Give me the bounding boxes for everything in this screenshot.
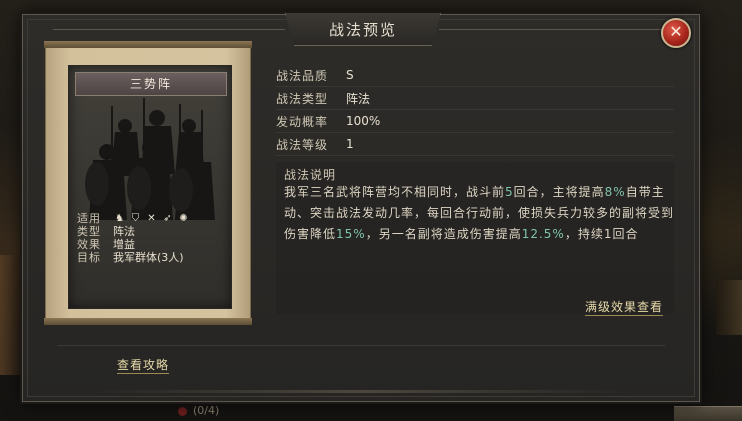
- description-title: 战法说明: [284, 168, 337, 182]
- info-value: 100%: [346, 114, 381, 128]
- dialog-title-plate: 战法预览: [285, 13, 441, 46]
- tactic-description: 战法说明 我军三名武将阵营均不相同时，战斗前5回合，主将提高8%自带主动、突击战…: [276, 162, 674, 314]
- desc-number: 15%: [336, 227, 366, 241]
- tactic-attributes: 适用 ♞ ⛉ ✕ ➶ ✺ 类型 阵法 效果 增益 目标 我军群体(3人): [77, 212, 227, 264]
- attr-key: 目标: [77, 251, 101, 264]
- attr-row-type: 类型 阵法: [77, 225, 227, 238]
- info-label: 战法品质: [276, 68, 329, 83]
- dialog-title: 战法预览: [328, 21, 397, 39]
- progress-text: (0/4): [193, 404, 220, 417]
- attr-value: 增益: [113, 238, 135, 251]
- tactic-scroll: 三势阵 适用 ♞ ⛉ ✕ ➶ ✺ 类型 阵法 效果 增益 目标 我军群体(3人): [44, 41, 252, 325]
- attr-row-target: 目标 我军群体(3人): [77, 251, 227, 264]
- info-label: 战法等级: [276, 137, 329, 152]
- desc-segment: ，持续1回合: [564, 227, 639, 241]
- title-divider-left: [53, 29, 285, 30]
- backdrop-portrait-left: [0, 255, 24, 375]
- shield-icon: ⛉: [131, 213, 140, 224]
- desc-number: 12.5%: [521, 227, 565, 241]
- desc-segment: 我军三名武将阵营均不相同时，战斗前: [284, 185, 506, 199]
- scroll-rod-top: [44, 41, 252, 48]
- close-icon: ✕: [669, 22, 683, 41]
- attr-value: 我军群体(3人): [113, 251, 184, 264]
- panel-divider: [57, 345, 665, 346]
- desc-segment: 回合，主将提高: [513, 185, 605, 199]
- siege-icon: ✺: [179, 213, 188, 224]
- attr-key: 适用: [77, 212, 101, 225]
- info-row-level: 战法等级 1: [276, 133, 674, 156]
- attr-value: 阵法: [113, 225, 135, 238]
- title-divider-right: [439, 29, 669, 30]
- info-value: 阵法: [346, 91, 371, 106]
- info-label: 发动概率: [276, 114, 329, 129]
- desc-number: 8%: [604, 185, 626, 199]
- attr-row-applicable: 适用 ♞ ⛉ ✕ ➶ ✺: [77, 212, 227, 225]
- attr-row-effect: 效果 增益: [77, 238, 227, 251]
- bottom-right-button[interactable]: [674, 406, 742, 421]
- attr-key: 效果: [77, 238, 101, 251]
- info-row-type: 战法类型 阵法: [276, 87, 674, 110]
- info-row-quality: 战法品质 S: [276, 64, 674, 87]
- info-value: S: [346, 68, 354, 82]
- tactic-name: 三势阵: [75, 72, 227, 96]
- progress-dot-icon: [178, 406, 187, 416]
- crossbow-icon: ✕: [147, 213, 156, 224]
- info-row-probability: 发动概率 100%: [276, 110, 674, 133]
- backdrop-flag-right: [716, 280, 742, 335]
- desc-number: 5: [505, 185, 514, 199]
- spear-icon: ➶: [163, 213, 172, 224]
- view-guide-link[interactable]: 查看攻略: [117, 356, 170, 374]
- info-value: 1: [346, 137, 354, 151]
- applicable-troop-icons: ♞ ⛉ ✕ ➶ ✺: [113, 212, 190, 225]
- info-label: 战法类型: [276, 91, 329, 106]
- tactic-info-table: 战法品质 S 战法类型 阵法 发动概率 100% 战法等级 1: [276, 64, 674, 156]
- scroll-rod-bottom: [44, 318, 252, 325]
- attr-key: 类型: [77, 225, 101, 238]
- max-level-effect-link[interactable]: 满级效果查看: [585, 298, 664, 316]
- bottom-progress: (0/4): [178, 404, 219, 417]
- close-button[interactable]: ✕: [661, 18, 691, 48]
- description-text: 我军三名武将阵营均不相同时，战斗前5回合，主将提高8%自带主动、突击战法发动几率…: [284, 182, 674, 245]
- cavalry-icon: ♞: [115, 213, 124, 224]
- desc-segment: ，另一名副将造成伤害提高: [365, 227, 522, 241]
- tactic-card: 三势阵 适用 ♞ ⛉ ✕ ➶ ✺ 类型 阵法 效果 增益 目标 我军群体(3人): [68, 65, 232, 309]
- panel-bottom-ornament: [93, 390, 629, 393]
- soldiers-silhouette-art: [85, 98, 215, 220]
